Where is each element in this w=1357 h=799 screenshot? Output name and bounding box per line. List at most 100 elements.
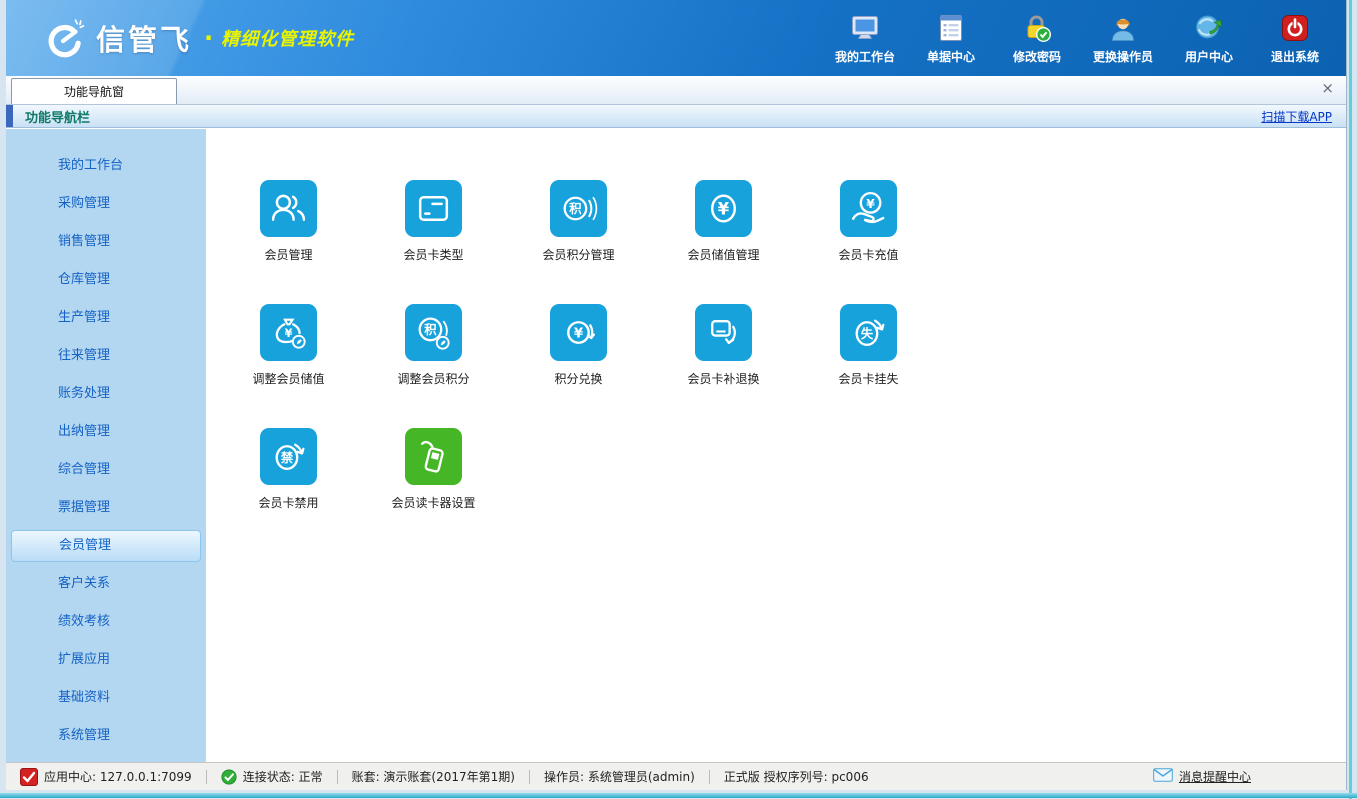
function-tile-label: 会员卡充值	[839, 246, 899, 263]
member-card-type-icon	[405, 180, 462, 237]
toolbar-button[interactable]: 退出系统	[1258, 13, 1332, 65]
title-accent-bar	[6, 105, 13, 127]
function-grid: 会员管理会员卡类型积会员积分管理¥会员储值管理¥会员卡充值¥调整会员储值积调整会…	[260, 180, 1346, 511]
toolbar-button[interactable]: 修改密码	[1000, 13, 1074, 65]
toolbar-button[interactable]: 用户中心	[1172, 13, 1246, 65]
toolbar-button[interactable]: 我的工作台	[828, 13, 902, 65]
tab-function-navigation[interactable]: 功能导航窗	[11, 78, 177, 104]
member-points-icon: 积	[550, 180, 607, 237]
member-management-icon	[260, 180, 317, 237]
sidebar-item[interactable]: 客户关系	[6, 565, 206, 603]
sidebar-item[interactable]: 会员管理	[11, 530, 201, 562]
brand-name: 信管飞	[96, 17, 192, 59]
function-tile[interactable]: 会员读卡器设置	[405, 428, 462, 511]
function-tile-label: 调整会员积分	[398, 370, 470, 387]
app-header: 信管飞 · 精细化管理软件 我的工作台 单据中心修改密码 更换操作员 用户中心 退出系统	[6, 0, 1346, 76]
change-operator-icon	[1108, 13, 1138, 43]
svg-text:¥: ¥	[285, 327, 293, 340]
status-account-text: 账套: 演示账套(2017年第1期)	[352, 768, 515, 785]
function-tile-label: 会员卡禁用	[259, 494, 319, 511]
status-app-center: 应用中心: 127.0.0.1:7099	[6, 768, 206, 786]
points-exchange-icon: ¥	[550, 304, 607, 361]
status-bar: 应用中心: 127.0.0.1:7099 连接状态: 正常 账套: 演示账套(2…	[6, 762, 1346, 790]
toolbar-button-label: 用户中心	[1185, 48, 1233, 65]
user-center-globe-icon	[1194, 13, 1224, 43]
card-disable-icon: 禁	[260, 428, 317, 485]
function-tile[interactable]: 会员卡类型	[405, 180, 462, 263]
function-tile[interactable]: ¥ 积分兑换	[550, 304, 607, 387]
svg-text:¥: ¥	[866, 197, 875, 211]
section-title: 功能导航栏	[25, 107, 90, 126]
sidebar-item[interactable]: 账务处理	[6, 375, 206, 413]
function-tile[interactable]: 积会员积分管理	[550, 180, 607, 263]
message-center-link[interactable]: 消息提醒中心	[1153, 768, 1346, 785]
function-tile-label: 会员储值管理	[688, 246, 760, 263]
sidebar-item[interactable]: 采购管理	[6, 185, 206, 223]
brand-separator: ·	[204, 24, 213, 52]
brand-area: 信管飞 · 精细化管理软件	[40, 16, 354, 60]
brand-tagline: 精细化管理软件	[221, 25, 354, 51]
sidebar-item[interactable]: 销售管理	[6, 223, 206, 261]
sidebar-item[interactable]: 往来管理	[6, 337, 206, 375]
app-center-logo-icon	[20, 768, 38, 786]
status-connection: 连接状态: 正常	[207, 768, 337, 785]
function-tile[interactable]: ¥调整会员储值	[260, 304, 317, 387]
status-license: 正式版 授权序列号: pc006	[710, 768, 883, 785]
toolbar-button[interactable]: 单据中心	[914, 13, 988, 65]
svg-text:¥: ¥	[718, 200, 730, 219]
window-edge-right	[1349, 0, 1352, 799]
function-tile[interactable]: 积调整会员积分	[405, 304, 462, 387]
workbench-monitor-icon	[850, 13, 880, 43]
svg-text:¥: ¥	[574, 327, 584, 342]
function-tile[interactable]: 失会员卡挂失	[840, 304, 897, 387]
member-card-recharge-icon: ¥	[840, 180, 897, 237]
sidebar-item[interactable]: 扩展应用	[6, 641, 206, 679]
svg-text:失: 失	[861, 326, 874, 341]
download-app-link[interactable]: 扫描下载APP	[1261, 108, 1332, 125]
application-window: 信管飞 · 精细化管理软件 我的工作台 单据中心修改密码 更换操作员 用户中心 退出系统…	[0, 0, 1357, 799]
toolbar-button-label: 我的工作台	[835, 48, 895, 65]
tab-strip: 功能导航窗 ×	[6, 76, 1346, 105]
card-loss-icon: 失	[840, 304, 897, 361]
sidebar-item[interactable]: 绩效考核	[6, 603, 206, 641]
toolbar-button-label: 修改密码	[1013, 48, 1061, 65]
sidebar-item[interactable]: 生产管理	[6, 299, 206, 337]
password-lock-icon	[1022, 13, 1052, 43]
function-tile-label: 会员卡补退换	[688, 370, 760, 387]
sidebar-menu: 我的工作台采购管理销售管理仓库管理生产管理往来管理账务处理出纳管理综合管理票据管…	[6, 129, 206, 762]
sidebar-item[interactable]: 基础资料	[6, 679, 206, 717]
card-reader-settings-icon	[405, 428, 462, 485]
toolbar-button-label: 退出系统	[1271, 48, 1319, 65]
message-center-label: 消息提醒中心	[1179, 768, 1251, 785]
function-tile[interactable]: 会员卡补退换	[695, 304, 752, 387]
mail-icon	[1153, 768, 1173, 785]
sidebar-item[interactable]: 综合管理	[6, 451, 206, 489]
sidebar-item[interactable]: 出纳管理	[6, 413, 206, 451]
svg-text:禁: 禁	[281, 450, 294, 465]
sidebar-item[interactable]: 系统管理	[6, 717, 206, 755]
function-tile[interactable]: 禁会员卡禁用	[260, 428, 317, 511]
header-toolbar: 我的工作台 单据中心修改密码 更换操作员 用户中心 退出系统	[828, 13, 1332, 65]
navigation-title-bar: 功能导航栏 扫描下载APP	[6, 105, 1346, 128]
sidebar-item[interactable]: 票据管理	[6, 489, 206, 527]
status-operator: 操作员: 系统管理员(admin)	[530, 768, 709, 785]
close-icon[interactable]: ×	[1321, 81, 1334, 96]
sidebar-item[interactable]: 仓库管理	[6, 261, 206, 299]
toolbar-button[interactable]: 更换操作员	[1086, 13, 1160, 65]
function-tile[interactable]: ¥会员储值管理	[695, 180, 752, 263]
svg-text:积: 积	[424, 322, 437, 337]
sidebar-item[interactable]: 我的工作台	[6, 147, 206, 185]
connection-ok-icon	[221, 769, 237, 785]
content-area: 会员管理会员卡类型积会员积分管理¥会员储值管理¥会员卡充值¥调整会员储值积调整会…	[206, 129, 1346, 762]
svg-text:积: 积	[569, 201, 582, 216]
function-tile-label: 积分兑换	[554, 370, 602, 387]
function-tile[interactable]: 会员管理	[260, 180, 317, 263]
body-area: 我的工作台采购管理销售管理仓库管理生产管理往来管理账务处理出纳管理综合管理票据管…	[6, 129, 1346, 762]
main-window: 信管飞 · 精细化管理软件 我的工作台 单据中心修改密码 更换操作员 用户中心 退出系统…	[6, 0, 1347, 790]
function-tile[interactable]: ¥ 会员卡充值	[840, 180, 897, 263]
function-tile-label: 会员积分管理	[543, 246, 615, 263]
adjust-stored-value-icon: ¥	[260, 304, 317, 361]
tab-label: 功能导航窗	[64, 83, 124, 100]
toolbar-button-label: 更换操作员	[1093, 48, 1153, 65]
status-operator-text: 操作员: 系统管理员(admin)	[544, 768, 695, 785]
